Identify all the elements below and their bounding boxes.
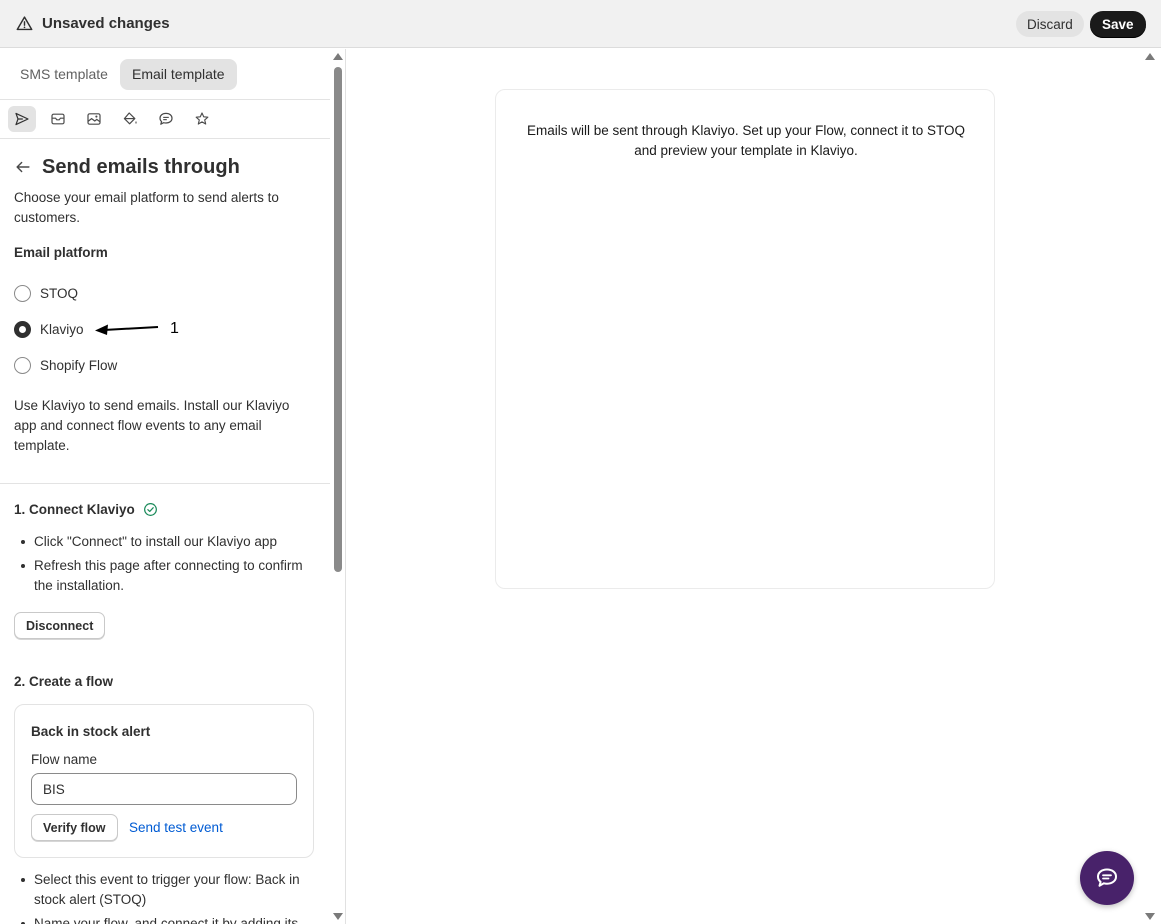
verify-flow-button[interactable]: Verify flow (31, 814, 118, 841)
email-preview: Emails will be sent through Klaviyo. Set… (495, 89, 995, 589)
check-circle-icon (143, 503, 157, 516)
flow-instructions: Select this event to trigger your flow: … (14, 870, 314, 924)
save-button[interactable]: Save (1090, 11, 1146, 38)
top-bar: Unsaved changes Discard Save (0, 0, 1161, 48)
image-settings-button[interactable] (80, 106, 108, 132)
send-test-event-link[interactable]: Send test event (129, 820, 223, 835)
radio-stoq[interactable]: STOQ (14, 283, 78, 303)
tab-email-template[interactable]: Email template (120, 59, 237, 90)
send-icon (15, 112, 29, 126)
unsaved-changes-title: Unsaved changes (42, 15, 170, 32)
connect-instructions: Click "Connect" to install our Klaviyo a… (14, 532, 314, 600)
list-item: Refresh this page after connecting to co… (14, 556, 314, 596)
scroll-down-arrow-icon[interactable] (333, 913, 343, 920)
radio-circle-selected[interactable] (14, 320, 31, 338)
discard-button[interactable]: Discard (1016, 11, 1084, 37)
tabs-divider (0, 99, 330, 100)
card-title: Back in stock alert (31, 724, 151, 739)
warning-icon (16, 16, 33, 31)
image-icon (87, 113, 101, 125)
flow-name-input[interactable] (31, 773, 297, 805)
annotation-number: 1 (170, 320, 179, 337)
list-item: Click "Connect" to install our Klaviyo a… (14, 532, 314, 552)
radio-shopify-flow[interactable]: Shopify Flow (14, 355, 117, 375)
right-scroll-down-arrow-icon[interactable] (1145, 913, 1155, 920)
style-settings-button[interactable] (116, 106, 144, 132)
review-settings-button[interactable] (188, 106, 216, 132)
preview-message: Emails will be sent through Klaviyo. Set… (527, 123, 965, 158)
mail-settings-button[interactable] (44, 106, 72, 132)
email-platform-label: Email platform (14, 245, 108, 260)
radio-label: Klaviyo (40, 321, 84, 337)
radio-circle[interactable] (14, 356, 31, 374)
tab-sms-template[interactable]: SMS template (8, 59, 120, 90)
radio-circle[interactable] (14, 284, 31, 302)
support-chat-button[interactable] (1080, 851, 1134, 905)
list-item: Name your flow, and connect it by adding… (14, 914, 314, 924)
paint-bucket-icon (123, 112, 137, 125)
icons-divider (0, 138, 330, 139)
section-divider (0, 483, 330, 484)
page-title: Send emails through (42, 156, 240, 178)
mail-icon (51, 113, 65, 125)
star-icon (195, 112, 209, 125)
list-item: Select this event to trigger your flow: … (14, 870, 314, 910)
radio-klaviyo[interactable]: Klaviyo (14, 319, 84, 339)
klaviyo-description: Use Klaviyo to send emails. Install our … (14, 398, 290, 453)
step-title: 1. Connect Klaviyo (14, 502, 135, 517)
radio-label: STOQ (40, 285, 79, 301)
flow-name-label: Flow name (31, 752, 98, 767)
flow-card: Back in stock alert Flow name Verify flo… (14, 704, 314, 858)
disconnect-button[interactable]: Disconnect (14, 612, 106, 639)
platform-description: Choose your email platform to send alert… (14, 190, 279, 225)
radio-label: Shopify Flow (40, 357, 118, 373)
annotation-arrow-icon (95, 324, 159, 335)
chat-bubble-icon (159, 112, 173, 125)
scrollbar-thumb[interactable] (334, 67, 342, 572)
right-scroll-up-arrow-icon[interactable] (1145, 53, 1155, 60)
step-connect-klaviyo: 1. Connect Klaviyo (14, 502, 158, 517)
step-create-flow: 2. Create a flow (14, 674, 114, 689)
back-arrow-icon[interactable] (14, 158, 32, 176)
message-settings-button[interactable] (152, 106, 180, 132)
scroll-up-arrow-icon[interactable] (333, 53, 343, 60)
chat-icon (1097, 868, 1117, 887)
send-settings-button[interactable] (8, 106, 36, 132)
